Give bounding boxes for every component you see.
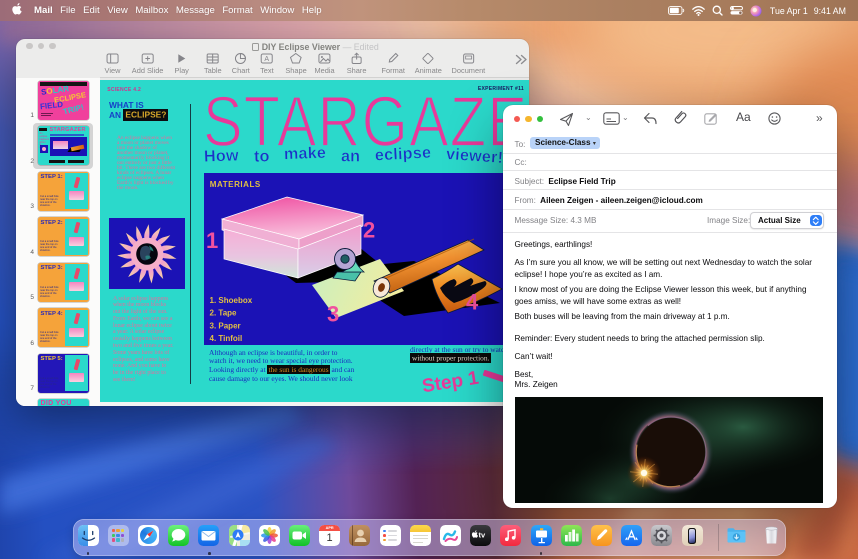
svg-text:1: 1 (206, 228, 218, 253)
svg-text:3: 3 (327, 302, 339, 327)
svg-text:3. Paper: 3. Paper (209, 321, 240, 330)
svg-text:1. Shoebox: 1. Shoebox (209, 296, 252, 305)
svg-text:4. Tinfoil: 4. Tinfoil (209, 334, 242, 343)
svg-text:MATERIALS: MATERIALS (209, 180, 260, 189)
svg-text:2. Tape: 2. Tape (209, 309, 237, 318)
svg-text:4: 4 (466, 290, 479, 315)
svg-text:A: A (265, 56, 270, 63)
svg-text:2: 2 (363, 218, 375, 243)
svg-text:tv: tv (479, 531, 486, 540)
